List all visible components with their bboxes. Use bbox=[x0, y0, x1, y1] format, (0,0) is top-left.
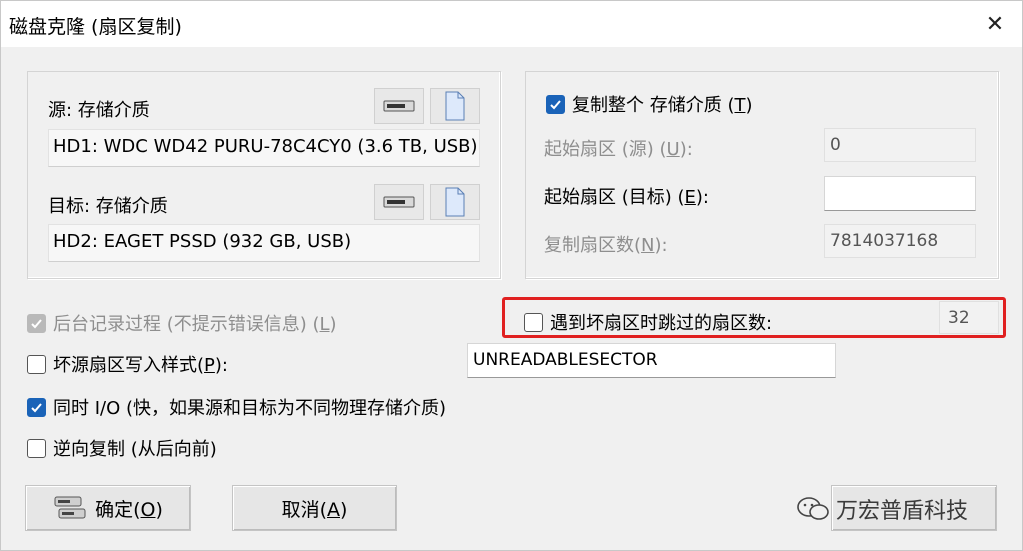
source-media-field[interactable]: HD1: WDC WD42 PURU-78C4CY0 (3.6 TB, USB) bbox=[48, 129, 480, 167]
source-disk-button[interactable] bbox=[374, 88, 424, 124]
cancel-button[interactable]: 取消(A) bbox=[232, 485, 397, 531]
dialog-window: 磁盘克隆 (扇区复制) ✕ 源: 存储介质 HD1: WDC WD42 PURU… bbox=[0, 0, 1023, 551]
checkbox-checked-icon bbox=[546, 94, 565, 114]
sector-range-panel: 复制整个 存储介质 (T) 起始扇区 (源) (U): 0 起始扇区 (目标) … bbox=[525, 71, 999, 279]
disk-clone-icon bbox=[54, 496, 86, 519]
checkbox-unchecked-icon bbox=[524, 312, 543, 332]
source-label: 源: 存储介质 bbox=[48, 100, 150, 121]
target-file-button[interactable] bbox=[430, 184, 480, 220]
skip-bad-sectors-checkbox[interactable]: 遇到坏扇区时跳过的扇区数: bbox=[524, 309, 772, 335]
sector-count-input[interactable]: 7814037168 bbox=[824, 224, 976, 258]
media-panel: 源: 存储介质 HD1: WDC WD42 PURU-78C4CY0 (3.6 … bbox=[27, 71, 501, 279]
simultaneous-io-checkbox[interactable]: 同时 I/O (快，如果源和目标为不同物理存储介质) bbox=[27, 394, 446, 420]
bad-sector-pattern-input[interactable]: UNREADABLESECTOR bbox=[467, 343, 836, 378]
close-icon: ✕ bbox=[985, 11, 1005, 37]
wechat-icon bbox=[797, 497, 829, 520]
window-title: 磁盘克隆 (扇区复制) bbox=[9, 16, 182, 38]
target-disk-button[interactable] bbox=[374, 184, 424, 220]
target-label: 目标: 存储介质 bbox=[48, 196, 168, 217]
start-sector-source-label: 起始扇区 (源) (U): bbox=[544, 139, 693, 160]
start-sector-target-label: 起始扇区 (目标) (E): bbox=[544, 187, 709, 208]
checkbox-unchecked-icon bbox=[27, 438, 46, 458]
watermark: 万宏普盾科技 bbox=[796, 489, 996, 529]
skip-sector-count-input[interactable]: 32 bbox=[939, 301, 999, 334]
sector-count-label: 复制扇区数(N): bbox=[544, 235, 668, 256]
file-icon bbox=[445, 187, 465, 217]
checkbox-checked-icon bbox=[27, 397, 46, 417]
hard-disk-icon bbox=[383, 100, 415, 112]
start-sector-target-input[interactable] bbox=[824, 176, 976, 211]
copy-whole-media-checkbox[interactable]: 复制整个 存储介质 (T) bbox=[546, 91, 753, 117]
checkbox-unchecked-icon bbox=[27, 354, 46, 374]
background-log-checkbox[interactable]: 后台记录过程 (不提示错误信息) (L) bbox=[27, 310, 337, 336]
start-sector-source-input[interactable]: 0 bbox=[824, 128, 976, 162]
bad-sector-pattern-checkbox[interactable]: 坏源扇区写入样式(P): bbox=[27, 351, 228, 377]
hard-disk-icon bbox=[383, 196, 415, 208]
source-file-button[interactable] bbox=[430, 88, 480, 124]
title-bar: 磁盘克隆 (扇区复制) ✕ bbox=[1, 1, 1022, 47]
target-media-field[interactable]: HD2: EAGET PSSD (932 GB, USB) bbox=[48, 224, 480, 262]
checkbox-checked-icon bbox=[27, 313, 46, 333]
file-icon bbox=[445, 91, 465, 121]
ok-button[interactable]: 确定(O) bbox=[25, 485, 191, 531]
reverse-copy-checkbox[interactable]: 逆向复制 (从后向前) bbox=[27, 435, 217, 461]
close-button[interactable]: ✕ bbox=[978, 7, 1012, 41]
